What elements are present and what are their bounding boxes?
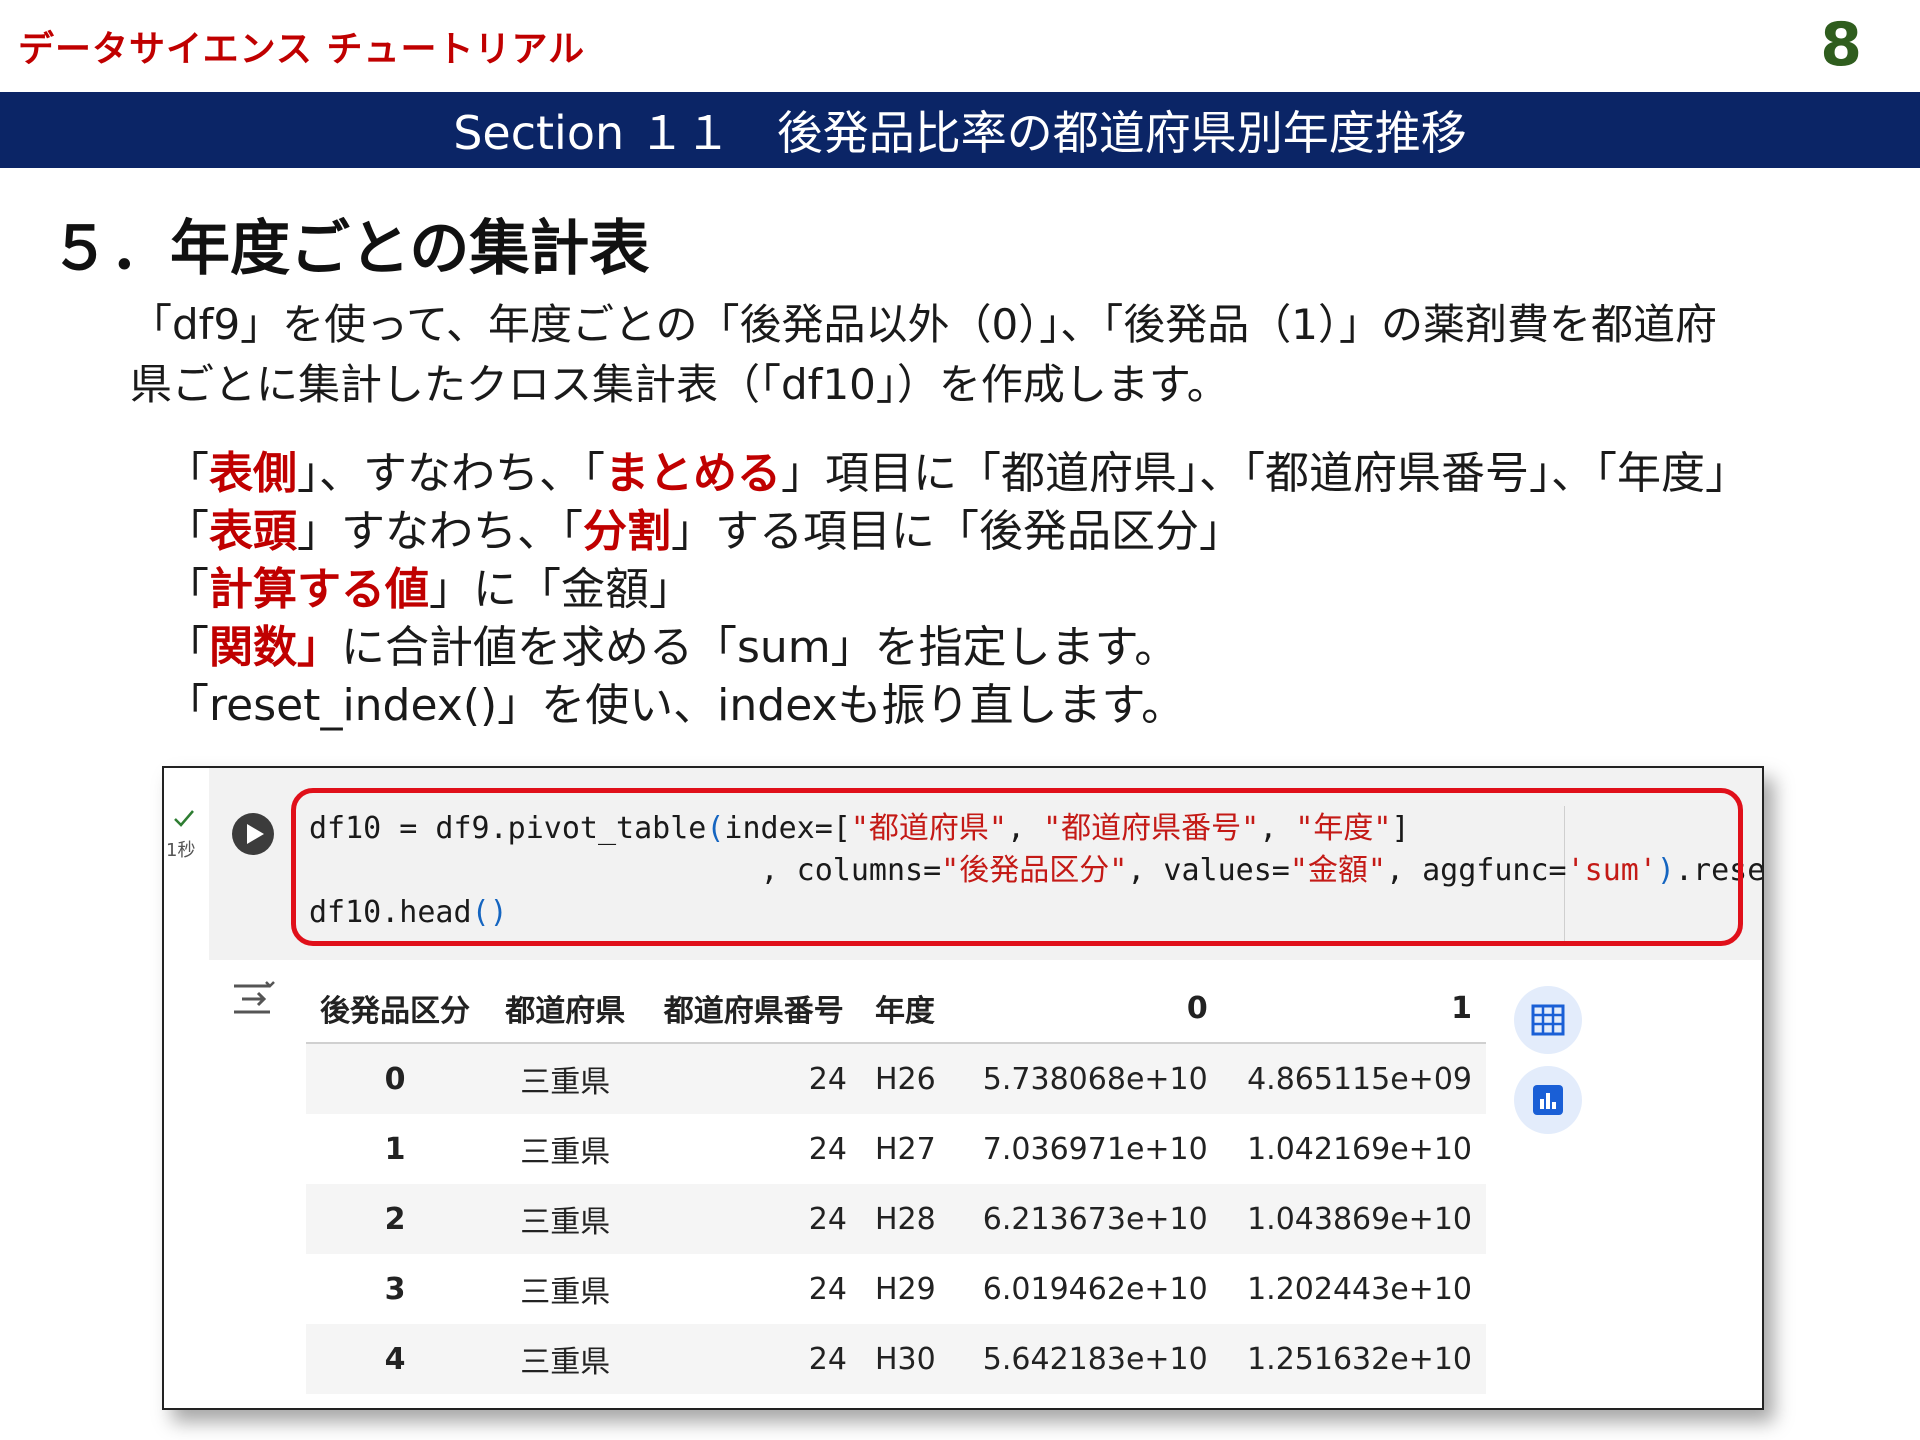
table-header-row: 後発品区分 都道府県 都道府県番号 年度 0 1 <box>306 974 1486 1044</box>
exec-time: 1秒 <box>166 840 196 861</box>
table-cell: 三重県 <box>484 1043 647 1114</box>
table-cell: 1.043869e+10 <box>1221 1184 1486 1254</box>
table-row: 4 三重県 24 H30 5.642183e+10 1.251632e+10 <box>306 1324 1486 1394</box>
column-header: 年度 <box>860 974 958 1044</box>
highlight-text: 表頭 <box>209 506 297 557</box>
text: 」項目に「都道府県」、「都道府県番号」、「年度」 <box>781 448 1749 499</box>
notebook-screenshot: 1秒 df10 = df9.pivot_table(index=["都道府県",… <box>162 766 1764 1410</box>
run-button[interactable] <box>232 813 274 855</box>
table-cell: 6.019462e+10 <box>982 1271 1208 1307</box>
row-index: 0 <box>306 1043 484 1114</box>
table-cell: 6.213673e+10 <box>957 1184 1222 1254</box>
check-icon <box>174 810 194 827</box>
output-toggle-icon[interactable] <box>230 978 276 1022</box>
table-cell: 24 <box>808 1131 847 1167</box>
page-number: 8 <box>1820 10 1862 80</box>
table-cell: 5.642183e+10 <box>957 1324 1222 1394</box>
text: 」に「金額」 <box>429 564 693 615</box>
table-row: 0 三重県 24 H26 5.738068e+10 4.865115e+09 <box>306 1043 1486 1114</box>
text: 「 <box>165 622 209 673</box>
intro-line-2: 県ごとに集計したクロス集計表（「df10」）を作成します。 <box>130 360 1229 409</box>
intro-line-1: 「df9」を使って、年度ごとの「後発品以外（0）」、「後発品（1）」の薬剤費を都… <box>130 300 1717 349</box>
column-header: 都道府県番号 <box>646 974 861 1044</box>
table-cell: 1.202443e+10 <box>1247 1271 1472 1307</box>
table-cell: H28 <box>860 1184 958 1254</box>
table-cell: H27 <box>874 1131 936 1167</box>
table-cell: 7.036971e+10 <box>982 1131 1208 1167</box>
table-cell: 24 <box>646 1043 861 1114</box>
text: 」する項目に「後発品区分」 <box>671 506 1243 557</box>
run-icon <box>247 824 264 844</box>
text: に合計値を求める「sum」を指定します。 <box>341 622 1179 673</box>
highlight-text: 計算する値 <box>209 564 429 615</box>
brand-title: データサイエンス チュートリアル <box>18 29 586 70</box>
instruction-line: 「計算する値」に「金額」 <box>165 561 1885 619</box>
table-cell: 24 <box>646 1324 861 1394</box>
suggest-chart-button[interactable] <box>1514 1066 1582 1134</box>
instruction-line: 「関数」に合計値を求める「sum」を指定します。 <box>165 619 1885 677</box>
column-header: 0 <box>957 974 1222 1044</box>
table-cell: 5.738068e+10 <box>957 1043 1222 1114</box>
row-index: 1 <box>384 1131 406 1167</box>
column-header: 後発品区分 <box>306 974 484 1044</box>
cell-gutter: 1秒 <box>164 768 209 1408</box>
row-index: 2 <box>306 1184 484 1254</box>
table-cell: H26 <box>860 1043 958 1114</box>
row-index: 4 <box>306 1324 484 1394</box>
table-cell: H29 <box>874 1271 936 1307</box>
highlight-text: 表側 <box>209 448 297 499</box>
instruction-line: 「表側」、すなわち、「まとめる」項目に「都道府県」、「都道府県番号」、「年度」 <box>165 445 1885 503</box>
page-title: ５．年度ごとの集計表 <box>50 214 650 284</box>
table-cell: 三重県 <box>484 1184 647 1254</box>
table-cell: 1.042169e+10 <box>1247 1131 1472 1167</box>
column-header: 都道府県 <box>484 974 647 1044</box>
instruction-list: 「表側」、すなわち、「まとめる」項目に「都道府県」、「都道府県番号」、「年度」 … <box>165 445 1885 735</box>
table-cell: H30 <box>860 1324 958 1394</box>
text: 「 <box>165 506 209 557</box>
section-bar: Section １１ 後発品比率の都道府県別年度推移 <box>0 92 1920 168</box>
table-cell: 三重県 <box>484 1324 647 1394</box>
table-cell: 24 <box>646 1184 861 1254</box>
text: 「 <box>165 448 209 499</box>
table-cell: 4.865115e+09 <box>1221 1043 1486 1114</box>
instruction-line: 「reset_index()」を使い、indexも振り直します。 <box>165 677 1885 735</box>
highlight-text: 分割 <box>583 506 671 557</box>
chart-icon <box>1533 1085 1563 1115</box>
dataframe-table: 後発品区分 都道府県 都道府県番号 年度 0 1 0 三重県 24 H26 5.… <box>306 974 1486 1394</box>
table-cell: 1.251632e+10 <box>1221 1324 1486 1394</box>
section-title: Section １１ 後発品比率の都道府県別年度推移 <box>453 106 1467 160</box>
table-row: 1 三重県 24 H27 7.036971e+10 1.042169e+10 <box>306 1114 1486 1184</box>
intro-text: 「df9」を使って、年度ごとの「後発品以外（0）」、「後発品（1）」の薬剤費を都… <box>130 295 1890 415</box>
output-table: 後発品区分 都道府県 都道府県番号 年度 0 1 0 三重県 24 H26 5.… <box>306 974 1486 1394</box>
text: 「reset_index()」を使い、indexも振り直します。 <box>165 680 1186 731</box>
text: 」すなわち、「 <box>297 506 583 557</box>
text: 「 <box>165 564 209 615</box>
table-cell: 三重県 <box>520 1275 611 1310</box>
instruction-line: 「表頭」すなわち、「分割」する項目に「後発品区分」 <box>165 503 1885 561</box>
table-cell: 24 <box>808 1271 847 1307</box>
highlight-text: まとめる <box>605 448 781 499</box>
row-index: 3 <box>384 1271 406 1307</box>
convert-to-table-button[interactable] <box>1514 986 1582 1054</box>
table-cell: 三重県 <box>520 1135 611 1170</box>
highlight-text: 関数」 <box>209 622 341 673</box>
table-row: 2 三重県 24 H28 6.213673e+10 1.043869e+10 <box>306 1184 1486 1254</box>
code-highlight-box <box>291 788 1743 946</box>
column-header: 1 <box>1221 974 1486 1044</box>
table-icon <box>1531 1004 1565 1036</box>
text: 」、すなわち、「 <box>297 448 605 499</box>
table-row: 3 三重県 24 H29 6.019462e+10 1.202443e+10 <box>306 1254 1486 1324</box>
